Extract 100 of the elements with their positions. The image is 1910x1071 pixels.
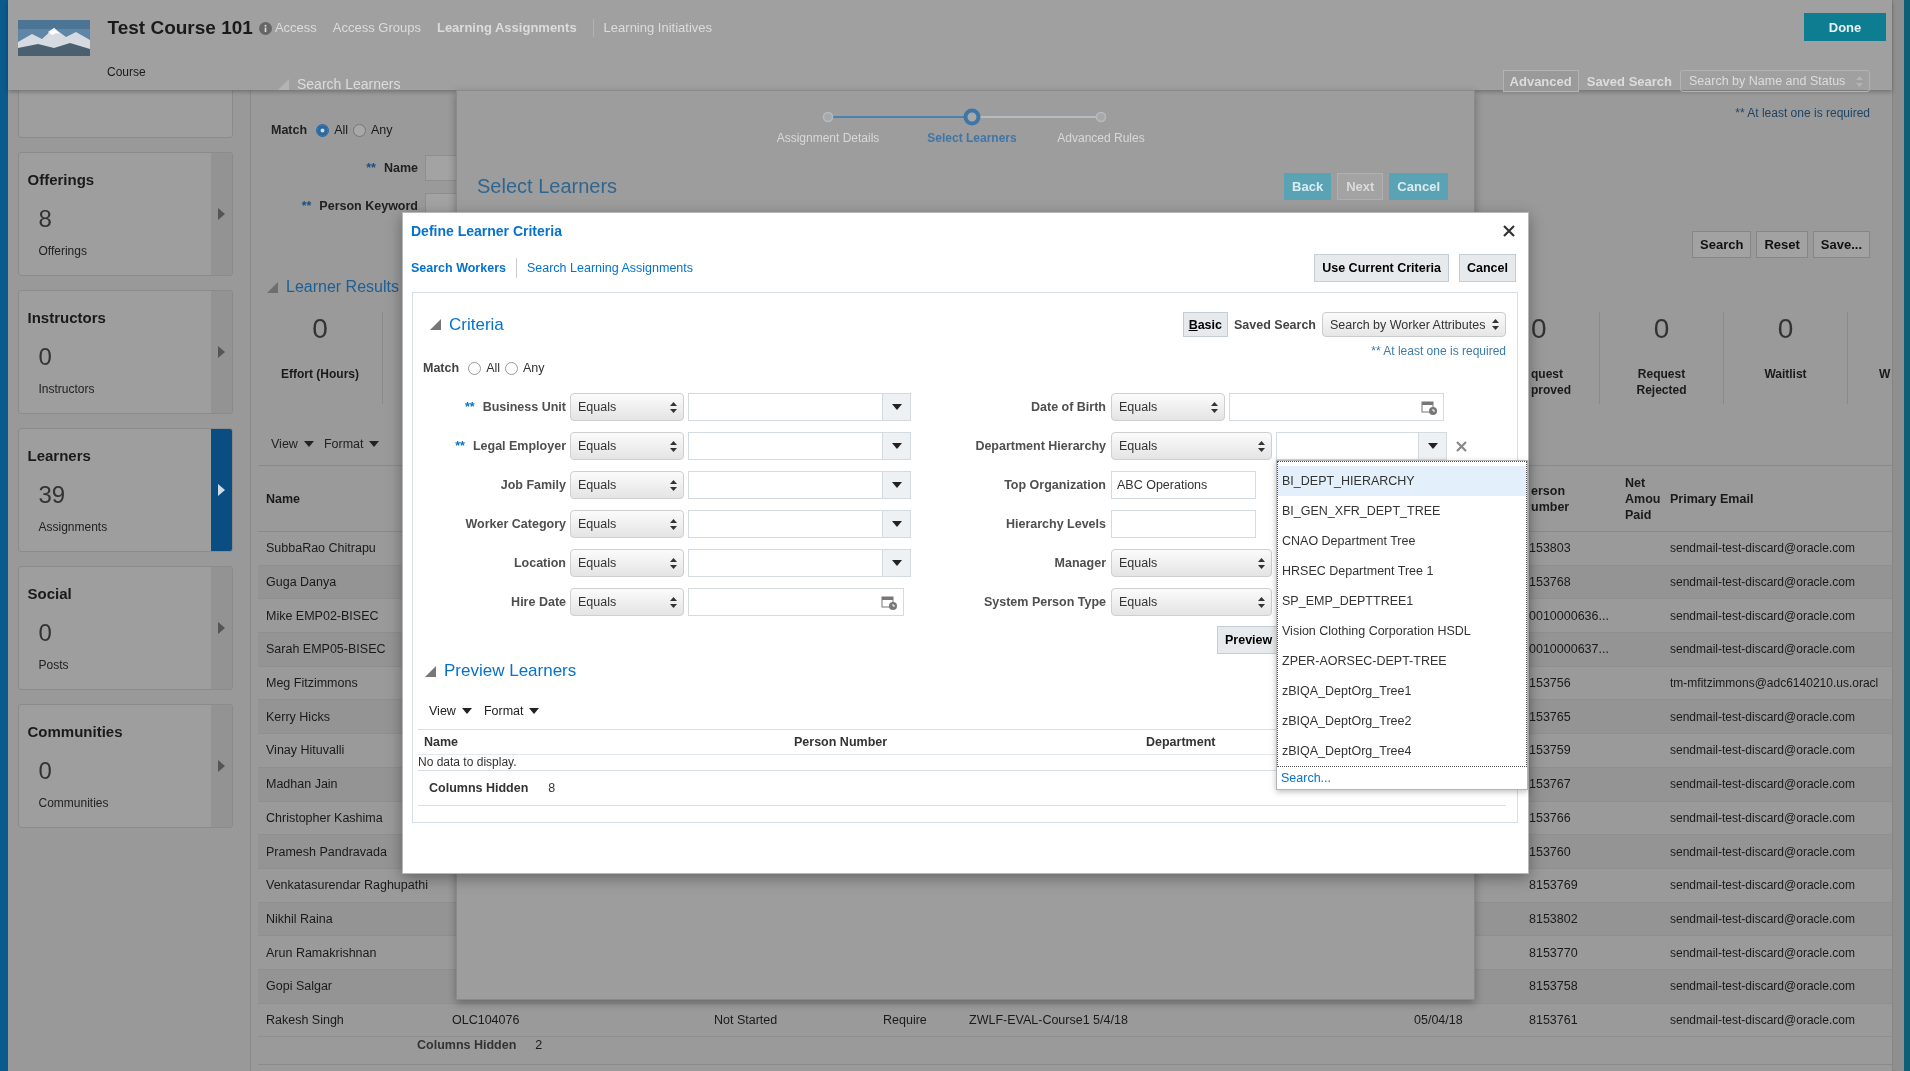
tab[interactable]: Search Workers <box>411 261 516 275</box>
radio-button[interactable] <box>353 123 367 137</box>
combo-box[interactable] <box>688 393 911 421</box>
done-button[interactable]: Done <box>1804 13 1886 41</box>
operator-select[interactable]: Equals <box>1111 549 1272 577</box>
table-cell-text: sendmail-test-discard@oracle.com <box>1669 878 1856 893</box>
table-cell-text: sendmail-test-discard@oracle.com <box>1669 1012 1856 1027</box>
close-icon[interactable] <box>1503 225 1515 237</box>
input-field[interactable] <box>425 155 456 181</box>
radio-button[interactable] <box>468 361 482 375</box>
table-cell-text: 05/04/18 <box>1413 1012 1464 1027</box>
metric-label: Effort (Hours) <box>281 366 359 382</box>
operator-select[interactable]: Equals <box>1111 432 1272 460</box>
list-option[interactable]: SP_EMP_DEPTTREE1 <box>1278 586 1526 616</box>
table-cell-text: OLC104076 <box>451 1012 521 1027</box>
required-mark: ** <box>301 199 312 213</box>
table-cell-text: 153759 <box>1528 743 1572 758</box>
operator-select[interactable]: Equals <box>570 510 684 538</box>
table-cell-text: ZWLF-EVAL-Course1 5/4/18 <box>968 1012 1129 1027</box>
field-label: Department Hierarchy <box>975 439 1106 453</box>
section-title: Criteria <box>449 314 504 335</box>
field-label: Location <box>513 556 566 570</box>
caret-down-icon <box>369 441 380 447</box>
list-option[interactable]: HRSEC Department Tree 1 <box>1278 556 1526 586</box>
metric-value: 0 <box>312 312 328 346</box>
date-field[interactable] <box>1229 393 1444 421</box>
tab[interactable]: Search Learning Assignments <box>515 258 694 278</box>
step-label: Advanced Rules <box>1056 130 1146 146</box>
summary-card[interactable]: Learners 39 Assignments <box>17 428 233 552</box>
radio-button[interactable] <box>505 361 519 375</box>
card-count: 0 <box>38 619 52 647</box>
summary-card[interactable]: Social 0 Posts <box>17 566 233 690</box>
arrow-right-icon <box>217 760 225 772</box>
field-label: Worker Category <box>465 517 566 531</box>
table-cell-text: sendmail-test-discard@oracle.com <box>1669 979 1856 994</box>
input-field[interactable]: ABC Operations <box>1111 471 1256 499</box>
caret-down-icon <box>529 708 540 714</box>
combo-box[interactable] <box>688 510 911 538</box>
radio-label: All <box>486 361 501 375</box>
table-cell-text: sendmail-test-discard@oracle.com <box>1669 777 1856 792</box>
sort-arrows-icon <box>670 479 677 491</box>
table-cell-text: 8153761 <box>1528 1012 1579 1027</box>
search-button[interactable]: Reset <box>1756 231 1808 258</box>
menu-button[interactable]: Format <box>323 437 380 451</box>
list-option[interactable]: ZPER-AORSEC-DEPT-TREE <box>1278 646 1526 676</box>
list-option[interactable]: zBIQA_DeptOrg_Tree1 <box>1278 676 1526 706</box>
menu-button[interactable]: View <box>271 437 314 451</box>
combo-box[interactable] <box>1276 432 1447 460</box>
page-subtitle: Course <box>106 64 147 81</box>
saved-search-select[interactable]: Search by Worker Attributes <box>1322 312 1506 337</box>
step-marker[interactable] <box>1095 111 1107 123</box>
column-header: Net Amou Paid <box>1624 474 1661 523</box>
card-count: 0 <box>38 343 52 371</box>
dialog-title: Define Learner Criteria <box>411 223 562 239</box>
section-title: Preview Learners <box>444 661 577 681</box>
list-option[interactable]: Vision Clothing Corporation HSDL <box>1278 616 1526 646</box>
list-option[interactable]: CNAO Department Tree <box>1278 526 1526 556</box>
basic-button[interactable]: Basic <box>1182 312 1228 337</box>
info-icon <box>258 22 272 35</box>
menu-button[interactable]: Format <box>483 704 540 718</box>
operator-select[interactable]: Equals <box>570 471 684 499</box>
dialog-button[interactable]: Use Current Criteria <box>1314 254 1449 282</box>
radio-button[interactable] <box>316 123 330 137</box>
sort-arrows-icon <box>1258 557 1265 569</box>
combo-box[interactable] <box>688 471 911 499</box>
table-cell-text: Venkatasurendar Raghupathi <box>265 878 429 893</box>
summary-card[interactable]: Instructors 0 Instructors <box>17 290 233 414</box>
caret-down-icon <box>891 404 902 410</box>
list-option[interactable]: BI_GEN_XFR_DEPT_TREE <box>1278 496 1526 526</box>
operator-select[interactable]: Equals <box>570 432 684 460</box>
collapse-icon <box>267 281 278 293</box>
combo-box[interactable] <box>688 432 911 460</box>
date-field[interactable] <box>688 588 904 616</box>
combo-box[interactable] <box>688 549 911 577</box>
table-cell-text: Mike EMP02-BISEC <box>265 608 380 623</box>
search-button[interactable]: Save... <box>1812 231 1870 258</box>
operator-select[interactable]: Equals <box>1111 393 1225 421</box>
table-cell-text: 153756 <box>1528 676 1572 691</box>
field-label: Hire Date <box>511 595 566 609</box>
list-option[interactable]: zBIQA_DeptOrg_Tree2 <box>1278 706 1526 736</box>
menu-button[interactable]: View <box>429 704 472 718</box>
dialog-button[interactable]: Cancel <box>1459 254 1516 282</box>
table-cell-text: 153768 <box>1528 575 1572 590</box>
step-marker[interactable] <box>822 111 834 123</box>
search-button[interactable]: Search <box>1692 231 1752 258</box>
operator-select[interactable]: Equals <box>570 549 684 577</box>
table-cell-text: 8153802 <box>1528 911 1579 926</box>
caret-down-icon <box>461 708 472 714</box>
summary-card[interactable]: Offerings 8 Offerings <box>17 152 233 276</box>
step-marker[interactable] <box>963 108 981 126</box>
operator-select[interactable]: Equals <box>1111 588 1272 616</box>
field-label: Saved Search <box>1586 73 1672 89</box>
card-count: 39 <box>38 481 66 509</box>
page-title: Test Course 101 <box>107 16 253 40</box>
table-cell-text: sendmail-test-discard@oracle.com <box>1669 743 1856 758</box>
summary-card[interactable]: Communities 0 Communities <box>17 704 233 828</box>
list-option[interactable]: BI_DEPT_HIERARCHY <box>1278 466 1526 496</box>
operator-select[interactable]: Equals <box>570 588 684 616</box>
operator-select[interactable]: Equals <box>570 393 684 421</box>
sort-arrows-icon <box>1492 319 1499 330</box>
